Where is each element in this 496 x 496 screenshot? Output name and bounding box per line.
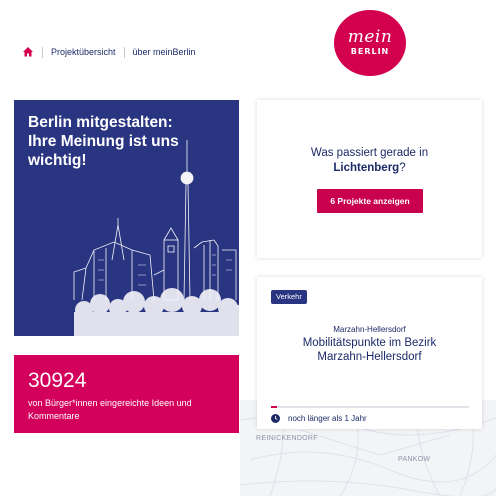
logo-script-text: mein [347, 27, 393, 47]
project-time-remaining: noch länger als 1 Jahr [271, 414, 367, 423]
nav-divider [123, 46, 125, 58]
contributions-count-label: von Bürger*innen eingereichte Ideen und … [28, 398, 192, 421]
district-name[interactable]: Lichtenberg [333, 162, 399, 174]
home-icon[interactable] [22, 46, 34, 58]
contributions-count: 30924 [28, 369, 87, 392]
project-district: Marzahn-Hellersdorf [333, 325, 406, 334]
map-label-reinickendorf: REINICKENDORF [256, 435, 318, 442]
project-progress-fill [271, 406, 277, 408]
district-question-suffix: ? [399, 162, 406, 174]
topic-badge: Verkehr [271, 290, 307, 304]
district-question-prefix: Was passiert gerade in [310, 147, 429, 159]
hero-panel: Berlin mitgestalten: Ihre Meinung ist un… [14, 100, 239, 336]
hero-title: Berlin mitgestalten: Ihre Meinung ist un… [28, 114, 179, 169]
project-progress-bar [271, 406, 469, 408]
nav-link-ueber-meinberlin[interactable]: über meinBerlin [133, 47, 196, 57]
district-question: Was passiert gerade in Lichtenberg? [257, 146, 482, 176]
breadcrumb-nav: Projektübersicht über meinBerlin [22, 46, 196, 58]
meinberlin-logo[interactable]: mein BERLIN [334, 10, 406, 76]
logo-word-text: BERLIN [350, 47, 390, 56]
project-title[interactable]: Mobilitätspunkte im Bezirk Marzahn-Helle… [277, 337, 462, 364]
district-projects-card: Was passiert gerade in Lichtenberg? 6 Pr… [257, 100, 482, 258]
nav-divider [42, 46, 43, 58]
project-card[interactable]: Verkehr Marzahn-Hellersdorf Mobilitätspu… [257, 277, 482, 429]
time-remaining-label: noch länger als 1 Jahr [288, 414, 367, 423]
clock-icon [271, 414, 280, 423]
show-projects-button[interactable]: 6 Projekte anzeigen [317, 189, 423, 213]
contributions-count-box: 30924 von Bürger*innen eingereichte Idee… [14, 355, 239, 433]
nav-link-projektuebersicht[interactable]: Projektübersicht [51, 47, 116, 57]
map-label-pankow: PANKOW [398, 456, 431, 463]
